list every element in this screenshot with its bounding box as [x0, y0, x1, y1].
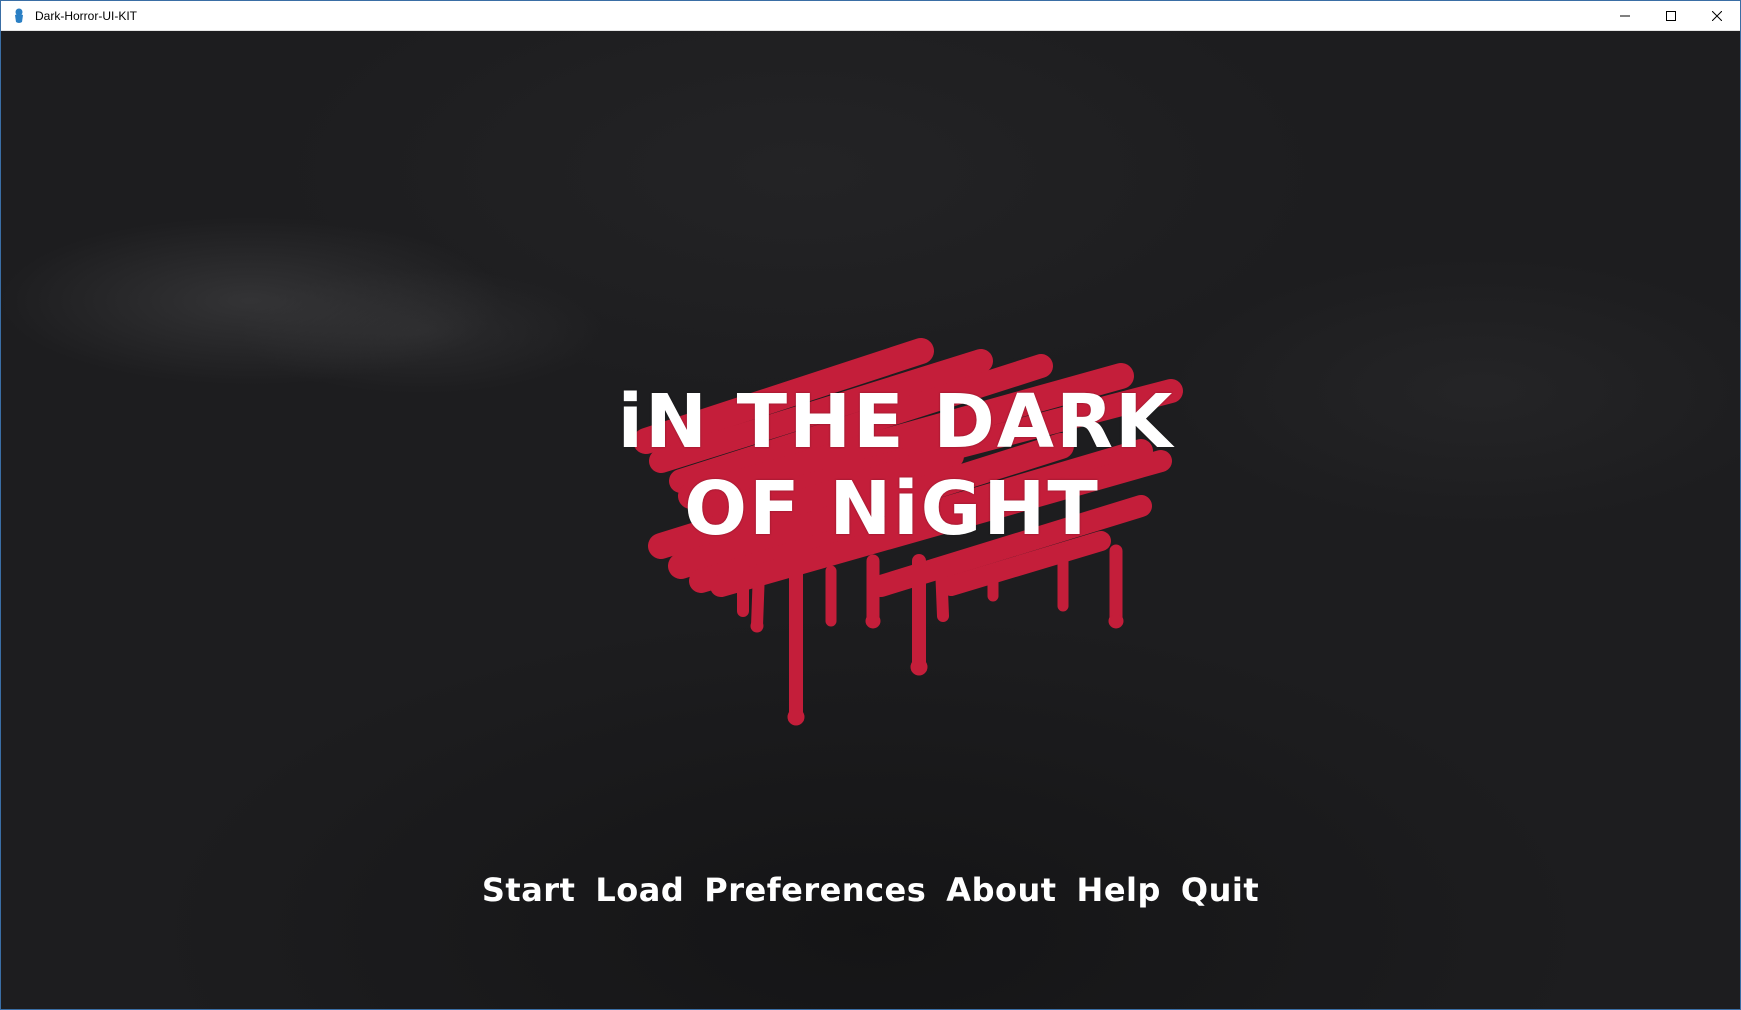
- minimize-icon: [1620, 6, 1630, 25]
- start-button[interactable]: Start: [482, 871, 576, 909]
- window-controls: [1602, 1, 1740, 30]
- main-menu-screen: iN THE DARK OF NiGHT Start Load Preferen…: [1, 31, 1740, 1009]
- window-title: Dark-Horror-UI-KIT: [35, 8, 137, 23]
- title-bar[interactable]: Dark-Horror-UI-KIT: [1, 1, 1740, 31]
- help-button[interactable]: Help: [1077, 871, 1161, 909]
- about-button[interactable]: About: [946, 871, 1056, 909]
- close-button[interactable]: [1694, 1, 1740, 30]
- logo-title-line-2: OF NiGHT: [684, 466, 1100, 552]
- close-icon: [1711, 6, 1723, 25]
- quit-button[interactable]: Quit: [1181, 871, 1259, 909]
- maximize-button[interactable]: [1648, 1, 1694, 30]
- maximize-icon: [1666, 6, 1676, 25]
- game-window: Dark-Horror-UI-KIT iN THE DARK OF NiGHT …: [0, 0, 1741, 1010]
- game-logo: iN THE DARK OF NiGHT: [618, 321, 1211, 741]
- main-menu-nav: Start Load Preferences About Help Quit: [1, 871, 1740, 909]
- logo-title-line-1: iN THE DARK: [617, 379, 1175, 465]
- preferences-button[interactable]: Preferences: [704, 871, 926, 909]
- load-button[interactable]: Load: [595, 871, 684, 909]
- minimize-button[interactable]: [1602, 1, 1648, 30]
- renpy-icon: [11, 8, 27, 24]
